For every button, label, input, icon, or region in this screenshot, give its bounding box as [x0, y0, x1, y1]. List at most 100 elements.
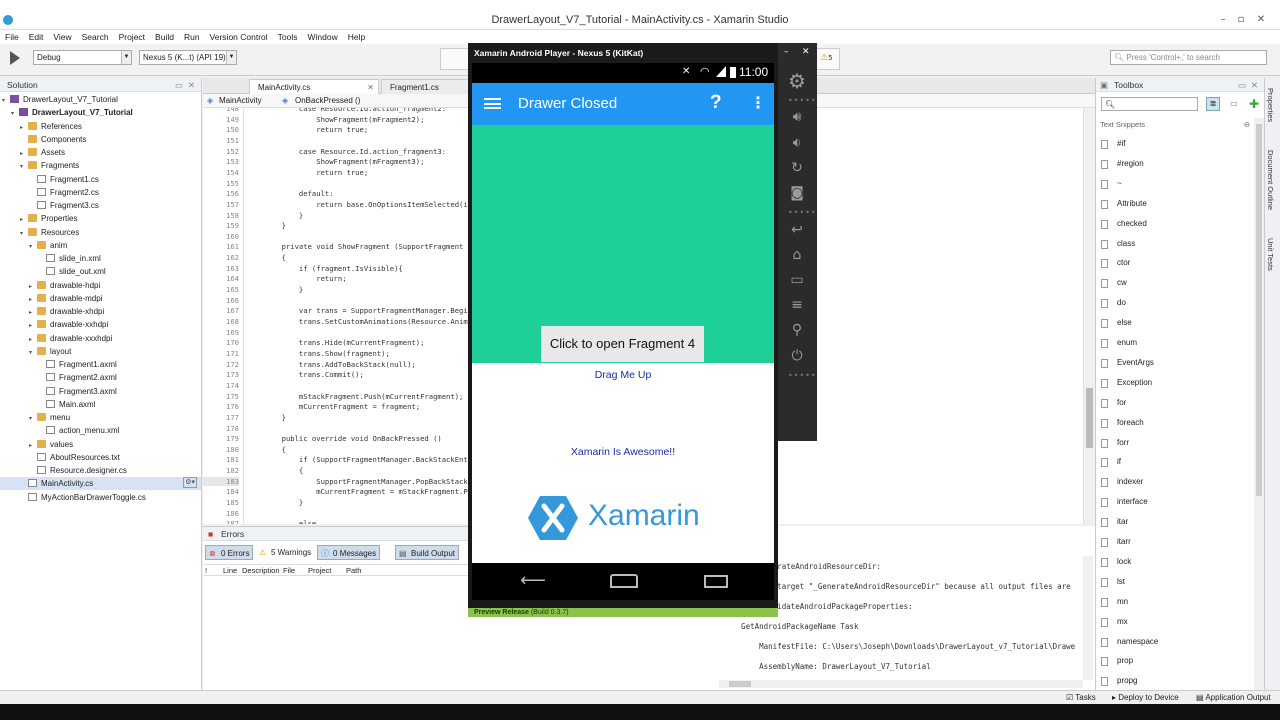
tree-item[interactable]: Fragment2.axml	[0, 371, 201, 384]
snippet-item[interactable]: class	[1096, 234, 1256, 254]
tree-item[interactable]: ▸ drawable-xhdpi	[0, 305, 201, 318]
collapse-icon[interactable]: ⊖	[1244, 118, 1250, 132]
rotate-icon[interactable]: ↻	[786, 158, 808, 178]
breadcrumb-class[interactable]: MainActivity	[219, 94, 262, 108]
menu-item-edit[interactable]: Edit	[24, 30, 49, 44]
toolbox-scrollbar[interactable]	[1254, 118, 1264, 690]
tree-item[interactable]: ▾ Fragments	[0, 159, 201, 172]
tab-mainactivity[interactable]: MainActivity.cs ✕	[249, 79, 379, 94]
snippet-item[interactable]: mx	[1096, 612, 1256, 632]
snippet-item[interactable]: checked	[1096, 214, 1256, 234]
pad-options-icon[interactable]: ▭	[175, 78, 183, 92]
code-line[interactable]: case Resource.Id.action_fragment2:	[247, 108, 446, 113]
snippet-item[interactable]: mn	[1096, 592, 1256, 612]
power-icon[interactable]: ⏻	[786, 346, 808, 366]
snippet-item[interactable]: itar	[1096, 512, 1256, 532]
tree-item[interactable]: slide_out.xml	[0, 265, 201, 278]
warnings-filter-button[interactable]: ⚠ 5 Warnings	[256, 545, 314, 560]
tree-item[interactable]: ▸ drawable-xxxhdpi	[0, 332, 201, 345]
snippet-item[interactable]: interface	[1096, 492, 1256, 512]
snippet-item[interactable]: lock	[1096, 552, 1256, 572]
back-icon[interactable]: ⟵	[520, 570, 546, 591]
application-output-button[interactable]: ▤ Application Output	[1196, 693, 1271, 702]
gear-icon[interactable]: ⚙▾	[183, 477, 197, 489]
snippet-item[interactable]: cw	[1096, 273, 1256, 293]
snippet-item[interactable]: indexer	[1096, 472, 1256, 492]
snippet-item[interactable]: propg	[1096, 671, 1256, 691]
snippet-item[interactable]: lst	[1096, 572, 1256, 592]
snippet-item[interactable]: enum	[1096, 333, 1256, 353]
pad-close-icon[interactable]: ✕	[188, 78, 195, 92]
drag-me-up-text[interactable]: Drag Me Up	[472, 369, 774, 381]
tree-item[interactable]: MainActivity.cs ⚙▾	[0, 477, 201, 491]
configuration-select[interactable]: Debug ▼	[33, 50, 132, 65]
code-line[interactable]: }	[247, 413, 286, 422]
tree-item[interactable]: ▸ drawable-xxhdpi	[0, 318, 201, 331]
unit-tests-tab[interactable]: Unit Tests	[1266, 238, 1275, 271]
tree-item[interactable]: ▾ DrawerLayout_V7_Tutorial	[0, 93, 201, 106]
minimize-button[interactable]: –	[1216, 14, 1230, 26]
menu-item-build[interactable]: Build	[150, 30, 179, 44]
menu-item-version-control[interactable]: Version Control	[205, 30, 273, 44]
snippet-item[interactable]: prop	[1096, 651, 1256, 671]
code-line[interactable]: mCurrentFragment = mStackFragment.Pop();	[247, 487, 489, 496]
code-line[interactable]: else	[247, 519, 316, 524]
recents-icon[interactable]: ▭	[786, 270, 808, 290]
tree-item[interactable]: AboutResources.txt	[0, 451, 201, 464]
menu-item-help[interactable]: Help	[343, 30, 370, 44]
snippet-item[interactable]: #if	[1096, 134, 1256, 154]
snippet-item[interactable]: ~	[1096, 174, 1256, 194]
search-input[interactable]: 🔍︎ Press 'Control+,' to search	[1110, 50, 1267, 65]
volume-down-icon[interactable]: 🔉︎	[786, 133, 808, 153]
code-line[interactable]: return true;	[247, 168, 368, 177]
add-icon[interactable]: ✚	[1247, 97, 1261, 111]
back-icon[interactable]: ↩	[786, 220, 808, 240]
code-line[interactable]: mCurrentFragment = fragment;	[247, 402, 420, 411]
snippet-item[interactable]: Attribute	[1096, 194, 1256, 214]
menu-item-project[interactable]: Project	[114, 30, 150, 44]
search-icon[interactable]: ⚲	[786, 320, 808, 340]
menu-item-window[interactable]: Window	[303, 30, 343, 44]
code-line[interactable]: }	[247, 498, 303, 507]
tree-item[interactable]: Fragment1.cs	[0, 173, 201, 186]
code-line[interactable]: return base.OnOptionsItemSelected(item);	[247, 200, 489, 209]
col-severity[interactable]: !	[205, 565, 207, 576]
tasks-button[interactable]: ☑ Tasks	[1066, 693, 1096, 702]
menu-item-tools[interactable]: Tools	[273, 30, 303, 44]
code-line[interactable]: trans.Hide(mCurrentFragment);	[247, 338, 425, 347]
code-line[interactable]: return;	[247, 274, 346, 283]
open-fragment4-button[interactable]: Click to open Fragment 4	[541, 326, 704, 362]
deploy-button[interactable]: ▸ Deploy to Device	[1112, 693, 1179, 702]
build-output-button[interactable]: ▤ Build Output	[395, 545, 460, 560]
home-icon[interactable]	[610, 574, 638, 588]
col-path[interactable]: Path	[346, 565, 361, 576]
code-line[interactable]: }	[247, 211, 303, 220]
gear-icon[interactable]: ⚙	[786, 71, 808, 91]
snippet-item[interactable]: forr	[1096, 433, 1256, 453]
close-icon[interactable]: ✕	[802, 47, 810, 57]
help-icon[interactable]: ?	[710, 92, 722, 114]
snippet-item[interactable]: else	[1096, 313, 1256, 333]
document-outline-tab[interactable]: Document Outline	[1266, 150, 1275, 210]
tree-item[interactable]: ▾ DrawerLayout_V7_Tutorial	[0, 106, 201, 119]
code-line[interactable]: trans.Show(fragment);	[247, 349, 390, 358]
tree-item[interactable]: action_menu.xml	[0, 424, 201, 437]
menu-item-run[interactable]: Run	[179, 30, 205, 44]
build-output-hscrollbar[interactable]	[719, 680, 1083, 688]
col-line[interactable]: Line	[223, 565, 237, 576]
errors-filter-button[interactable]: ⊗ 0 Errors	[205, 545, 254, 560]
tree-item[interactable]: ▸ Assets	[0, 146, 201, 159]
col-file[interactable]: File	[283, 565, 295, 576]
col-description[interactable]: Description	[242, 565, 280, 576]
device-select[interactable]: Nexus 5 (K...t) (API 19) ▼	[139, 50, 237, 65]
snippet-item[interactable]: do	[1096, 293, 1256, 313]
menu-item-view[interactable]: View	[48, 30, 76, 44]
menu-item-file[interactable]: File	[0, 30, 24, 44]
tree-item[interactable]: Fragment3.axml	[0, 385, 201, 398]
run-icon[interactable]	[10, 51, 20, 65]
snippet-item[interactable]: Exception	[1096, 373, 1256, 393]
pad-close-icon[interactable]: ✕	[1251, 78, 1258, 92]
hscroll-thumb[interactable]	[729, 681, 751, 687]
tree-item[interactable]: Fragment3.cs	[0, 199, 201, 212]
code-line[interactable]: ShowFragment(mFragment3);	[247, 157, 424, 166]
